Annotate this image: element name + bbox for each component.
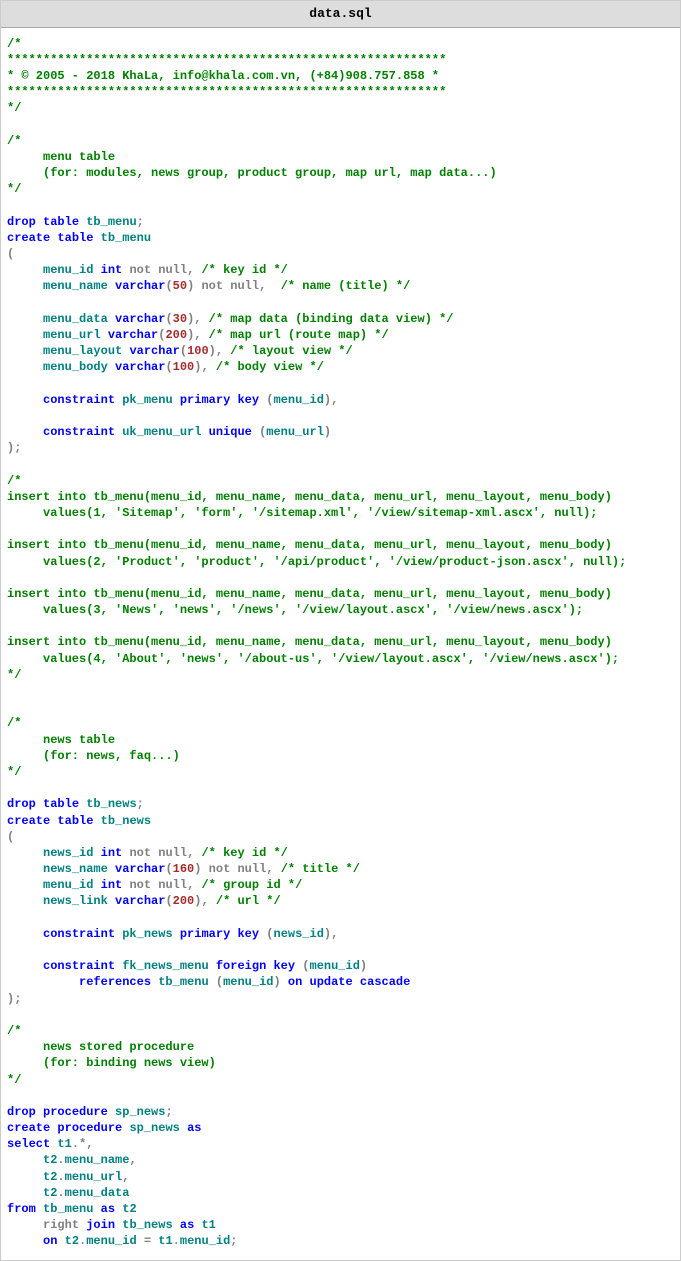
drop-tb-news: drop table tb_news;: [7, 797, 144, 811]
proc-comment: /* news stored procedure (for: binding n…: [7, 1024, 216, 1087]
window-title: data.sql: [1, 1, 680, 28]
news-section-comment: /* news table (for: news, faq...) */: [7, 716, 180, 779]
menu-section-comment: /* menu table (for: modules, news group,…: [7, 134, 497, 197]
create-tb-menu: create table tb_menu: [7, 231, 151, 245]
create-sp-news: create procedure sp_news as: [7, 1121, 201, 1135]
code-body: /* *************************************…: [1, 28, 680, 1260]
drop-sp-news: drop procedure sp_news;: [7, 1105, 173, 1119]
header-comment: /* *************************************…: [7, 37, 446, 116]
create-tb-news: create table tb_news: [7, 814, 151, 828]
code-window: data.sql /* ****************************…: [0, 0, 681, 1261]
drop-tb-menu: drop table tb_menu;: [7, 215, 144, 229]
insert-comment: /* insert into tb_menu(menu_id, menu_nam…: [7, 474, 626, 682]
